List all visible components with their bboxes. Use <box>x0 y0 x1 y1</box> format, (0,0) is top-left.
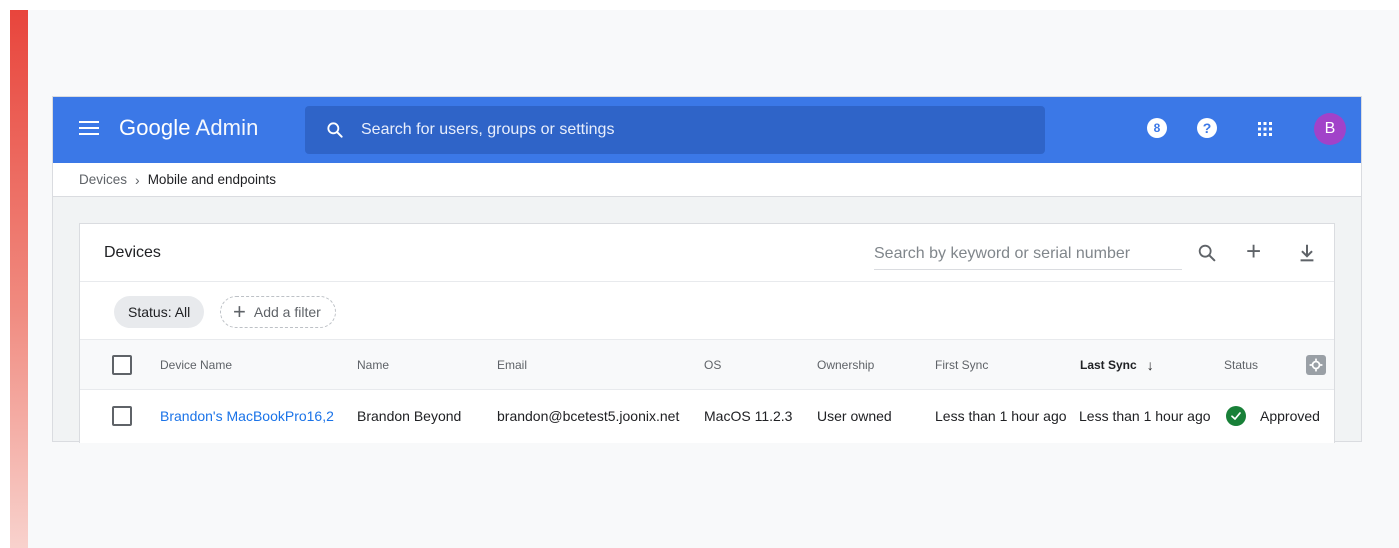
chevron-right-icon: › <box>135 171 140 188</box>
top-app-bar: Google Admin 8 ? B <box>53 97 1361 163</box>
table-row[interactable]: Brandon's MacBookPro16,2 Brandon Beyond … <box>80 390 1334 442</box>
select-all-checkbox[interactable] <box>112 354 132 375</box>
breadcrumb-devices-link[interactable]: Devices <box>79 172 127 187</box>
brand-google: Google <box>119 115 191 140</box>
notifications-badge-icon[interactable]: 8 <box>1147 118 1169 140</box>
column-header-device-name[interactable]: Device Name <box>160 340 232 389</box>
devices-card-title: Devices <box>104 244 161 261</box>
add-device-icon[interactable]: + <box>1246 236 1268 266</box>
arrow-down-sort-icon: ↓ <box>1146 356 1154 373</box>
admin-console-window: Google Admin 8 ? B Devices › <box>52 96 1362 443</box>
account-avatar[interactable]: B <box>1314 113 1346 145</box>
column-settings-gear-icon[interactable] <box>1306 354 1326 375</box>
help-icon[interactable]: ? <box>1197 118 1219 140</box>
google-admin-logo[interactable]: Google Admin <box>119 115 258 141</box>
cell-os: MacOS 11.2.3 <box>704 408 793 424</box>
cell-ownership: User owned <box>817 408 892 424</box>
cell-status: Approved <box>1226 390 1320 442</box>
row-checkbox[interactable] <box>112 406 132 426</box>
global-search-box[interactable] <box>305 106 1045 154</box>
table-header-row: Device Name Name Email OS Ownership Firs… <box>80 340 1334 390</box>
column-header-name[interactable]: Name <box>357 340 389 389</box>
column-header-last-sync[interactable]: Last Sync ↓ <box>1080 340 1154 389</box>
search-icon[interactable] <box>1196 242 1218 264</box>
last-sync-label: Last Sync <box>1080 357 1137 372</box>
column-header-os[interactable]: OS <box>704 340 721 389</box>
devices-card: Devices + Status: All + Add a filter <box>79 223 1335 443</box>
column-header-email[interactable]: Email <box>497 340 527 389</box>
gear-icon <box>1309 358 1323 371</box>
devices-card-header: Devices + <box>80 224 1334 282</box>
column-header-status[interactable]: Status <box>1224 340 1258 389</box>
plus-icon: + <box>233 299 246 324</box>
column-header-ownership[interactable]: Ownership <box>817 340 874 389</box>
left-accent-bar <box>10 10 28 548</box>
hamburger-menu-icon[interactable] <box>79 121 99 137</box>
check-circle-icon <box>1226 406 1246 426</box>
column-header-first-sync[interactable]: First Sync <box>935 340 988 389</box>
filter-bar: Status: All + Add a filter <box>80 282 1334 340</box>
status-badge: Approved <box>1260 408 1320 424</box>
global-search-input[interactable] <box>361 106 1021 154</box>
search-icon <box>327 122 343 138</box>
download-icon[interactable] <box>1296 242 1318 264</box>
apps-grid-icon[interactable] <box>1255 119 1275 139</box>
add-filter-button[interactable]: + Add a filter <box>220 296 336 328</box>
status-filter-chip[interactable]: Status: All <box>114 296 205 328</box>
device-name-link[interactable]: Brandon's MacBookPro16,2 <box>160 390 334 442</box>
add-filter-label: Add a filter <box>253 304 321 320</box>
brand-admin: Admin <box>195 115 259 140</box>
cell-name: Brandon Beyond <box>357 408 462 424</box>
cell-email: brandon@bcetest5.joonix.net <box>497 408 680 424</box>
device-search-input[interactable] <box>874 238 1182 270</box>
cell-last-sync: Less than 1 hour ago <box>1079 408 1211 424</box>
breadcrumb: Devices › Mobile and endpoints <box>53 163 1361 197</box>
breadcrumb-current: Mobile and endpoints <box>147 172 277 187</box>
cell-first-sync: Less than 1 hour ago <box>935 408 1067 424</box>
